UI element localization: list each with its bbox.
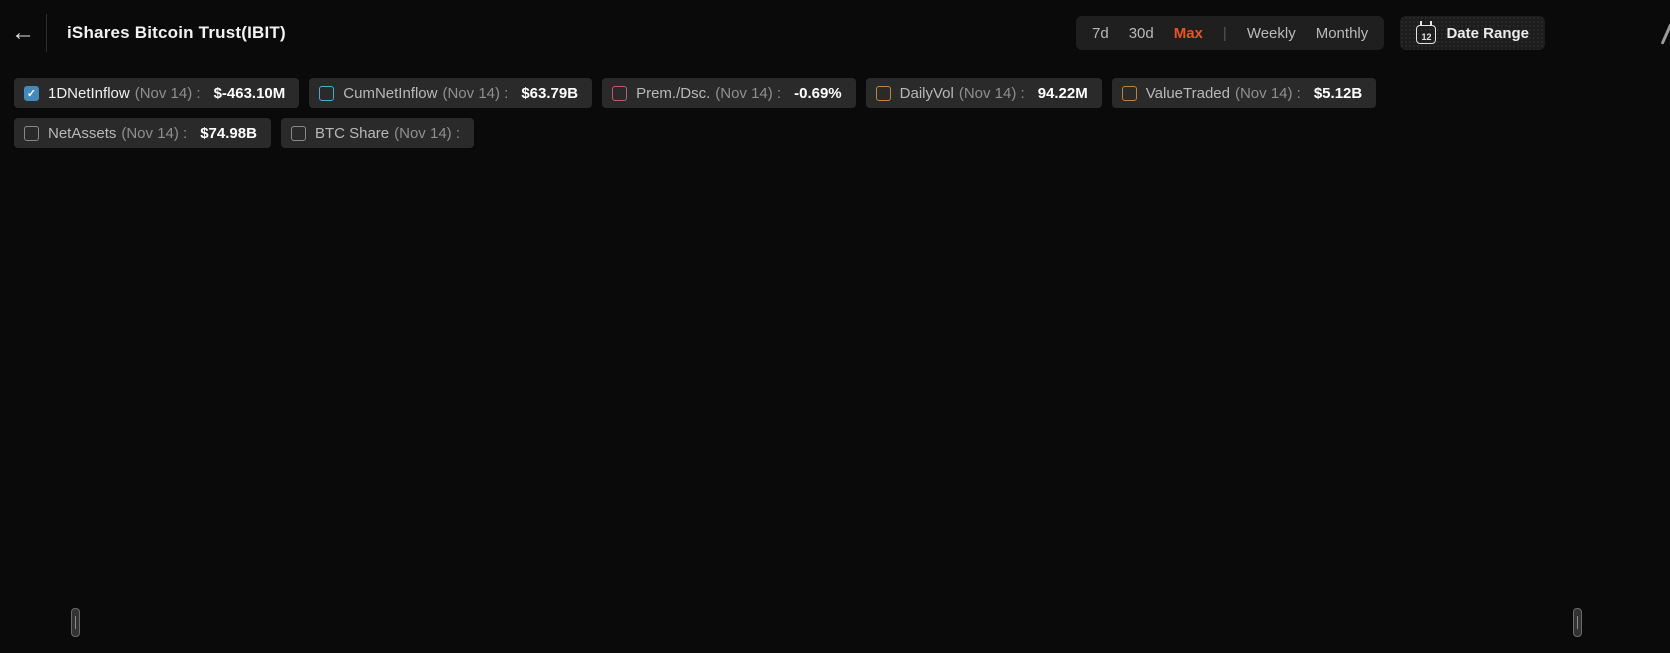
range-weekly[interactable]: Weekly — [1247, 25, 1296, 42]
date-range-label: Date Range — [1446, 25, 1529, 42]
range-monthly[interactable]: Monthly — [1316, 25, 1369, 42]
clipped-edge-icon — [1659, 20, 1670, 48]
range-30d[interactable]: 30d — [1129, 25, 1154, 42]
legend-1dnetinflow[interactable]: ✓ 1DNetInflow (Nov 14) : $-463.10M — [14, 78, 299, 108]
legend-prem-dsc[interactable]: ✓ Prem./Dsc. (Nov 14) : -0.69% — [602, 78, 856, 108]
checkbox-icon[interactable]: ✓ — [876, 86, 891, 101]
range-divider: | — [1223, 25, 1227, 42]
page-title: iShares Bitcoin Trust(IBIT) — [67, 23, 286, 43]
legend-row-2: ✓ NetAssets (Nov 14) : $74.98B ✓ BTC Sha… — [14, 118, 474, 148]
navigator-right-handle[interactable] — [1573, 608, 1582, 637]
navigator-left-handle[interactable] — [71, 608, 80, 637]
legend-netassets[interactable]: ✓ NetAssets (Nov 14) : $74.98B — [14, 118, 271, 148]
checkbox-icon[interactable]: ✓ — [291, 126, 306, 141]
date-range-button[interactable]: 12 Date Range — [1400, 16, 1545, 50]
back-arrow-icon[interactable]: ← — [0, 0, 46, 66]
app-root: ← iShares Bitcoin Trust(IBIT) 7d 30d Max… — [0, 0, 1670, 653]
legend-valuetraded[interactable]: ✓ ValueTraded (Nov 14) : $5.12B — [1112, 78, 1376, 108]
range-7d[interactable]: 7d — [1092, 25, 1109, 42]
header-divider — [46, 14, 47, 52]
checkbox-icon[interactable]: ✓ — [24, 86, 39, 101]
legend-cumnetinflow[interactable]: ✓ CumNetInflow (Nov 14) : $63.79B — [309, 78, 592, 108]
range-max[interactable]: Max — [1174, 25, 1203, 42]
calendar-icon: 12 — [1416, 25, 1436, 44]
checkbox-icon[interactable]: ✓ — [612, 86, 627, 101]
legend-dailyvol[interactable]: ✓ DailyVol (Nov 14) : 94.22M — [866, 78, 1102, 108]
legend-row-1: ✓ 1DNetInflow (Nov 14) : $-463.10M ✓ Cum… — [14, 78, 1376, 108]
checkbox-icon[interactable]: ✓ — [319, 86, 334, 101]
checkbox-icon[interactable]: ✓ — [1122, 86, 1137, 101]
checkbox-icon[interactable]: ✓ — [24, 126, 39, 141]
range-selector: 7d 30d Max | Weekly Monthly — [1076, 16, 1384, 50]
legend-btc-share[interactable]: ✓ BTC Share (Nov 14) : — [281, 118, 474, 148]
